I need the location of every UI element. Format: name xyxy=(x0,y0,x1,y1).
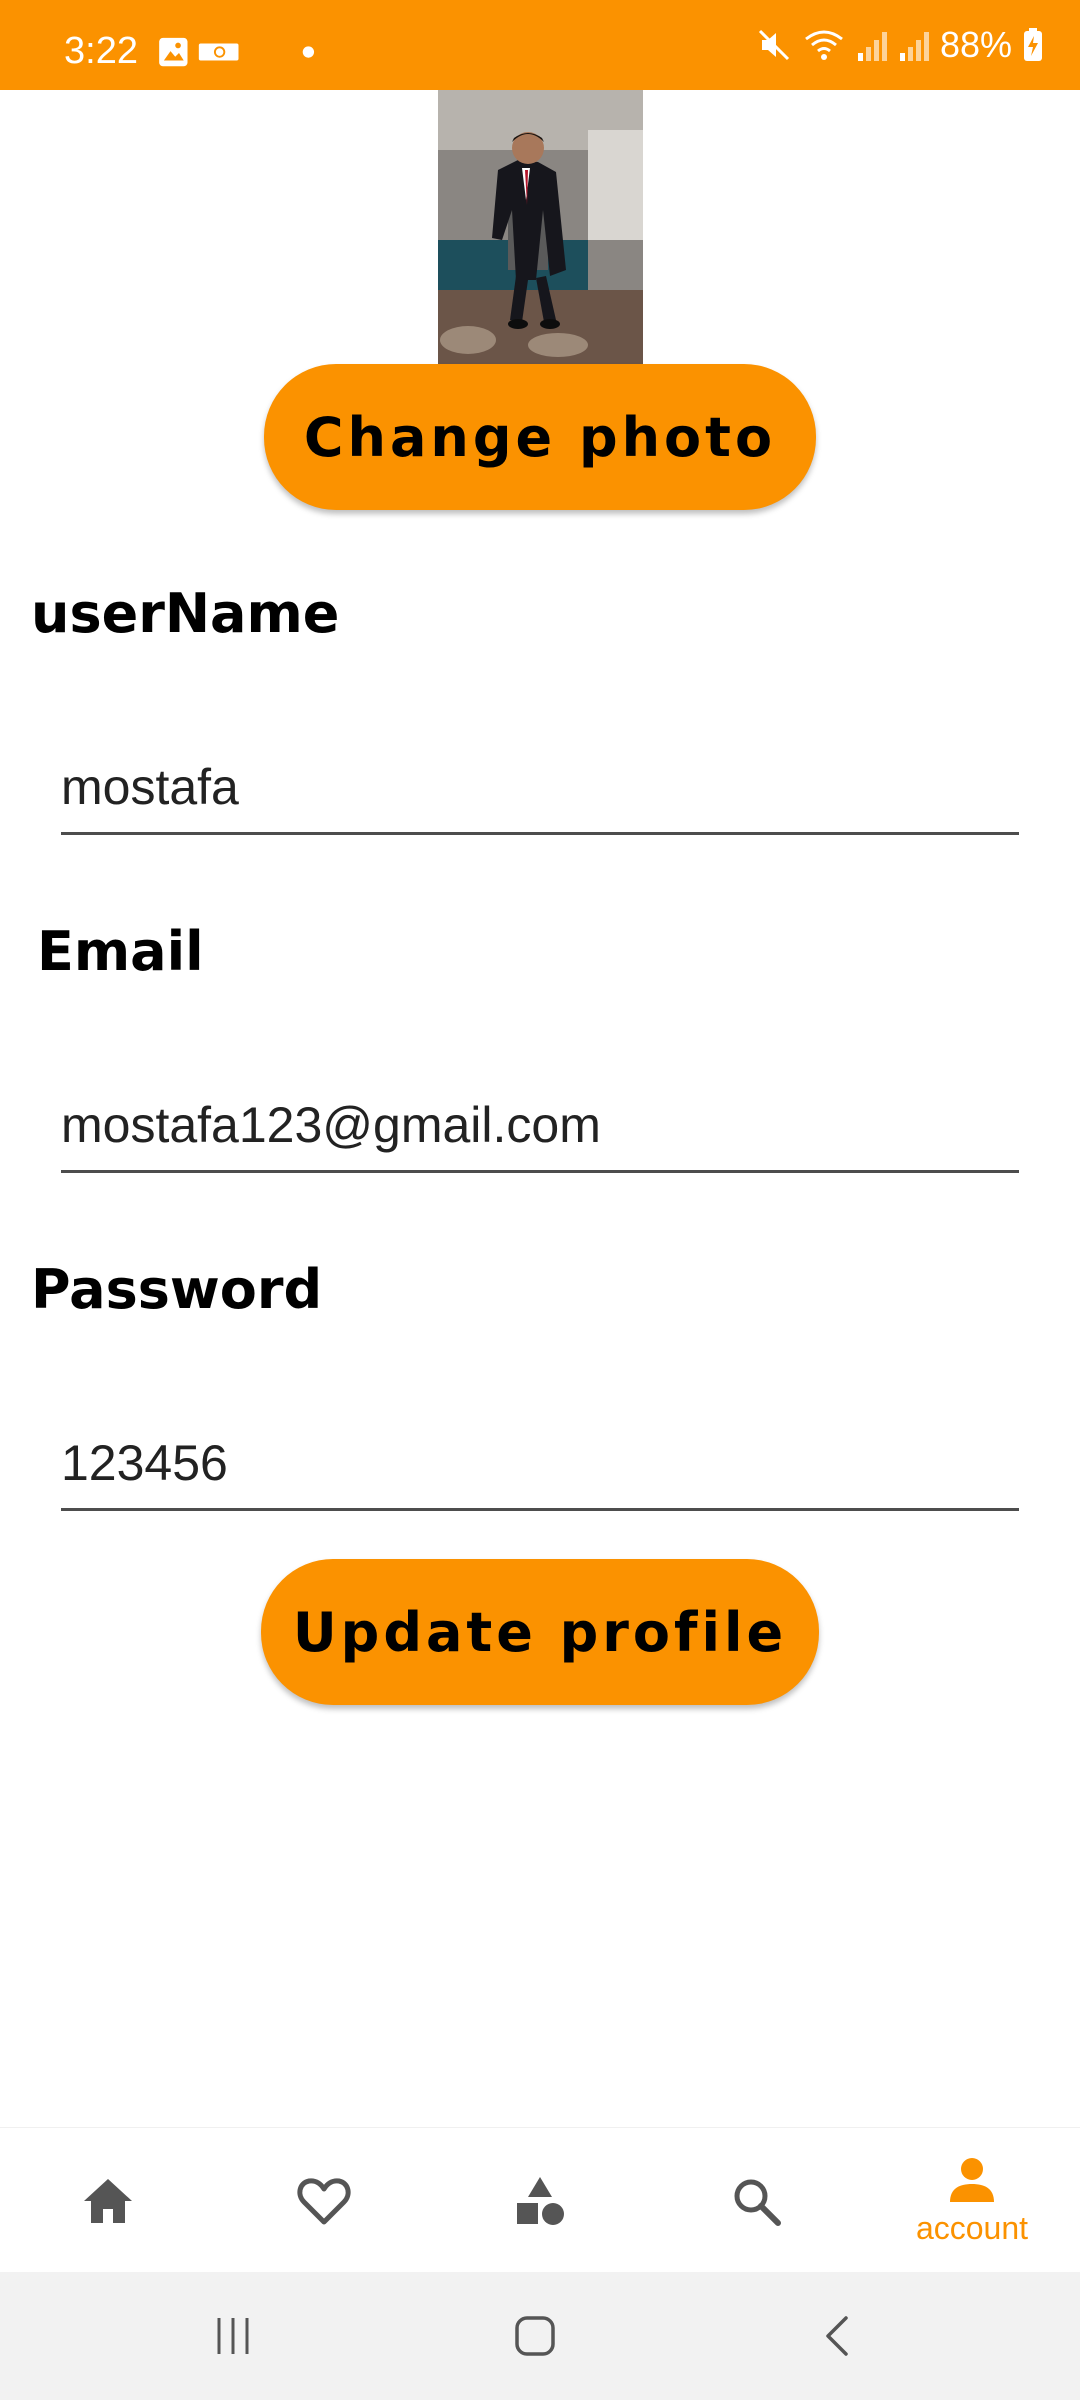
wifi-icon xyxy=(805,30,843,60)
mute-icon xyxy=(758,29,789,61)
notification-icons xyxy=(159,37,315,67)
nav-item-favorites[interactable] xyxy=(216,2128,432,2273)
bottom-navigation: account xyxy=(0,2127,1080,2273)
nav-item-account[interactable]: account xyxy=(864,2128,1080,2273)
password-label: Password xyxy=(31,1258,323,1321)
account-icon xyxy=(950,2158,994,2202)
email-input[interactable]: mostafa123@gmail.com xyxy=(61,1080,1019,1173)
username-label: userName xyxy=(31,582,340,645)
nav-item-search[interactable] xyxy=(648,2128,864,2273)
nav-label-account: account xyxy=(915,2210,1029,2246)
profile-photo-image xyxy=(438,90,643,364)
system-navigation-bar xyxy=(0,2272,1080,2400)
change-photo-button[interactable]: Change photo xyxy=(264,364,816,510)
recents-icon xyxy=(217,2318,249,2354)
nav-item-home[interactable] xyxy=(0,2128,216,2273)
home-button[interactable] xyxy=(465,2272,605,2400)
nav-item-categories[interactable] xyxy=(432,2128,648,2273)
email-label: Email xyxy=(37,920,204,983)
status-right: 88% xyxy=(756,0,1044,90)
search-icon xyxy=(734,2179,781,2226)
status-bar: 3:22 88% xyxy=(0,0,1080,90)
update-profile-button[interactable]: Update profile xyxy=(261,1559,819,1705)
home-icon xyxy=(84,2178,132,2223)
back-button[interactable] xyxy=(768,2272,908,2400)
home-button-icon xyxy=(515,2316,555,2356)
profile-photo xyxy=(438,90,643,364)
signal-icon-2 xyxy=(899,32,929,61)
back-icon xyxy=(826,2316,848,2356)
status-time: 3:22 xyxy=(64,30,138,72)
password-input[interactable]: 123456 xyxy=(61,1418,1019,1511)
heart-icon xyxy=(297,2177,351,2224)
username-input[interactable]: mostafa xyxy=(61,742,1019,835)
battery-percent: 88% xyxy=(939,24,1012,65)
recents-button[interactable] xyxy=(163,2272,303,2400)
battery-charging-icon xyxy=(1024,28,1042,61)
signal-icon-1 xyxy=(857,32,887,61)
categories-icon xyxy=(517,2176,564,2225)
